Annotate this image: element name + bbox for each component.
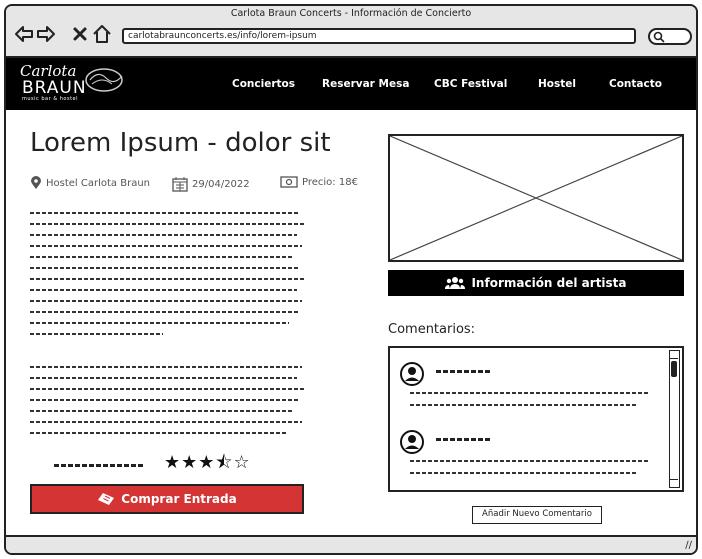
comments-list[interactable] xyxy=(388,346,684,492)
window-title: Carlota Braun Concerts - Información de … xyxy=(230,8,472,19)
date-info: 29/04/2022 xyxy=(172,176,250,192)
site-header: Carlota BRAUN music bar & hostel Concier… xyxy=(6,58,696,110)
users-icon xyxy=(445,277,466,289)
comment-author xyxy=(436,438,490,441)
browser-window: Carlota Braun Concerts - Información de … xyxy=(4,4,698,555)
artist-image-placeholder xyxy=(388,134,684,262)
comment-author xyxy=(436,370,490,373)
scroll-up-icon[interactable] xyxy=(670,351,678,359)
resize-grip-icon[interactable]: ∕∕ xyxy=(685,540,692,551)
user-avatar-icon xyxy=(400,430,424,454)
status-bar: ∕∕ xyxy=(6,535,696,553)
artist-info-button[interactable]: Información del artista xyxy=(388,270,684,296)
description-paragraph-1 xyxy=(30,212,308,344)
description-paragraph-2 xyxy=(30,366,308,443)
rating-label xyxy=(54,463,144,467)
logo-drawing-icon xyxy=(85,68,123,92)
add-comment-button[interactable]: Añadir Nuevo Comentario xyxy=(472,506,602,524)
close-icon[interactable] xyxy=(70,24,90,44)
site-logo[interactable]: Carlota BRAUN music bar & hostel xyxy=(20,62,130,106)
page-title: Lorem Ipsum - dolor sit xyxy=(30,128,331,158)
comment-text xyxy=(410,460,650,484)
home-icon[interactable] xyxy=(92,24,112,44)
menu-item-conciertos[interactable]: Conciertos xyxy=(232,58,295,110)
rating: ★★★⯪☆ xyxy=(54,450,251,480)
location-pin-icon xyxy=(31,176,41,189)
menu-item-contacto[interactable]: Contacto xyxy=(609,58,662,110)
menu-item-cbc-festival[interactable]: CBC Festival xyxy=(434,58,507,110)
money-icon xyxy=(280,176,298,188)
comments-heading: Comentarios: xyxy=(388,322,476,337)
ticket-icon xyxy=(98,493,115,505)
user-avatar-icon xyxy=(400,362,424,386)
menu-item-hostel[interactable]: Hostel xyxy=(538,58,576,110)
title-bar: Carlota Braun Concerts - Información de … xyxy=(6,6,696,58)
comment-text xyxy=(410,392,650,416)
comments-scrollbar[interactable] xyxy=(669,350,680,488)
price-info: Precio: 18€ xyxy=(280,176,358,188)
venue-info: Hostel Carlota Braun xyxy=(30,176,150,190)
scroll-down-icon[interactable] xyxy=(670,479,678,487)
buy-ticket-button[interactable]: Comprar Entrada xyxy=(30,484,304,514)
menu-item-reservar-mesa[interactable]: Reservar Mesa xyxy=(322,58,409,110)
forward-arrow-icon[interactable] xyxy=(36,24,56,44)
back-arrow-icon[interactable] xyxy=(14,24,34,44)
search-icon xyxy=(653,31,665,43)
scroll-thumb[interactable] xyxy=(671,361,677,377)
calendar-icon xyxy=(172,177,188,192)
star-rating[interactable]: ★★★⯪☆ xyxy=(164,450,251,480)
url-bar[interactable]: carlotabraunconcerts.es/info/lorem-ipsum xyxy=(122,28,636,44)
search-button[interactable] xyxy=(648,28,692,45)
